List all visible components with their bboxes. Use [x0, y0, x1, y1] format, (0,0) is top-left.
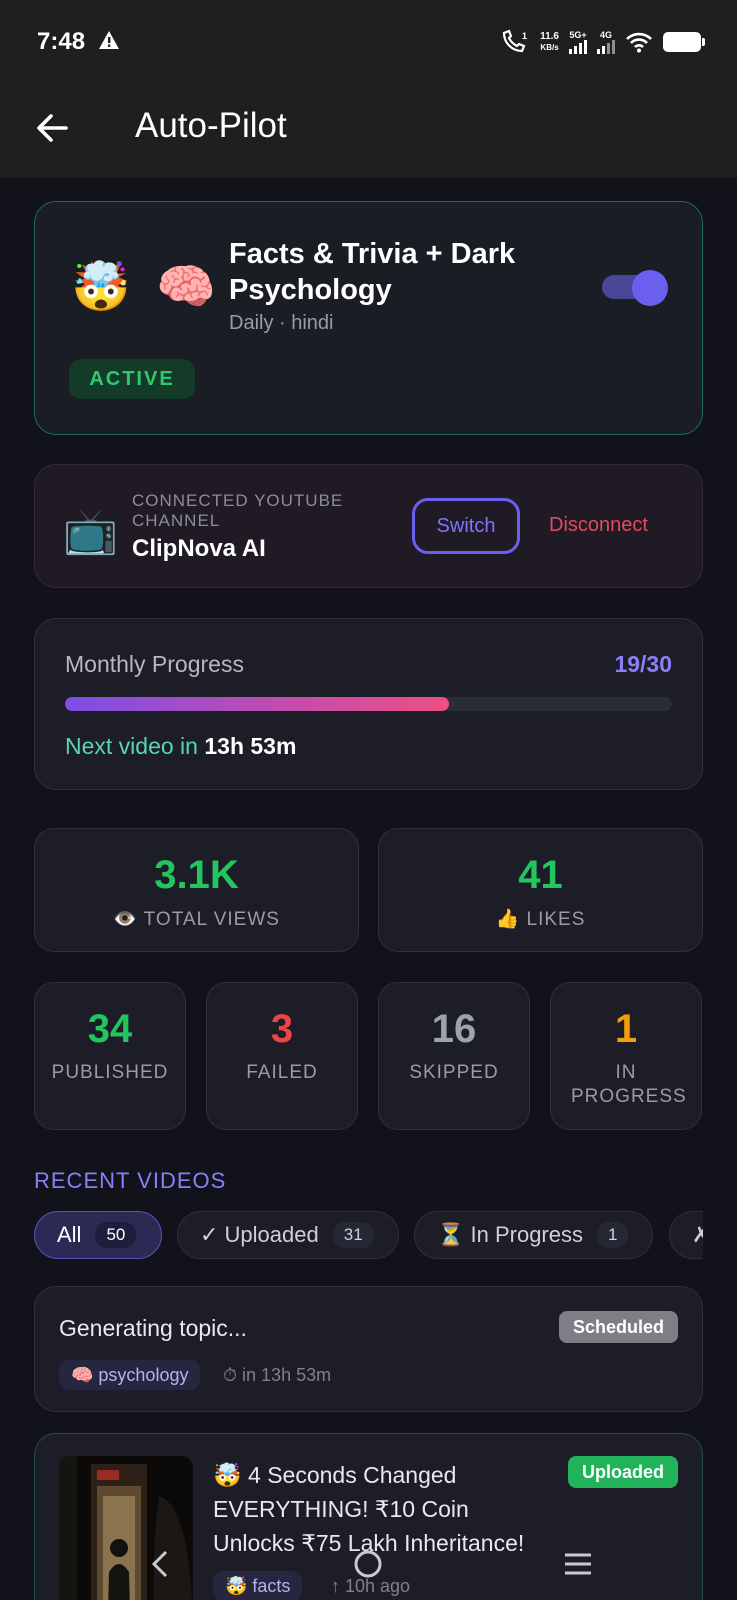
- video-item-scheduled[interactable]: Generating topic... Scheduled 🧠 psycholo…: [34, 1286, 703, 1412]
- back-arrow-icon[interactable]: [34, 110, 70, 146]
- stat-label: IN PROGRESS: [571, 1062, 687, 1107]
- stat-label: 👍 LIKES: [495, 909, 586, 930]
- autopilot-card[interactable]: 🤯 🧠 Facts & Trivia + Dark Psychology Dai…: [34, 201, 703, 435]
- status-badge-uploaded: Uploaded: [567, 1456, 678, 1488]
- warning-icon: [99, 31, 119, 49]
- connected-channel-card: 📺 CONNECTED YOUTUBE CHANNEL ClipNova AI …: [34, 464, 703, 588]
- stat-skipped: 16 SKIPPED: [378, 982, 530, 1130]
- stat-value: 41: [518, 853, 563, 897]
- stat-value: 3.1K: [154, 853, 239, 897]
- wifi-icon: [626, 32, 652, 53]
- stat-label: 👁️ TOTAL VIEWS: [113, 909, 280, 930]
- autopilot-title: Facts & Trivia + Dark Psychology: [229, 238, 516, 306]
- topic-emoji-icons: 🤯 🧠: [71, 261, 222, 314]
- stat-likes: 41 👍 LIKES: [378, 828, 703, 952]
- filter-chip-failed[interactable]: ✗: [669, 1211, 703, 1259]
- toggle-knob: [632, 270, 668, 306]
- page-title: Auto-Pilot: [135, 106, 287, 145]
- progress-bar: [65, 697, 672, 711]
- signal-4g-icon: 4G: [597, 30, 615, 54]
- system-nav-bar: [0, 1528, 737, 1600]
- stat-value: 3: [270, 1007, 294, 1051]
- filter-chip-all[interactable]: All 50: [34, 1211, 162, 1259]
- status-time: 7:48: [37, 28, 86, 55]
- channel-name: ClipNova AI: [132, 535, 266, 562]
- filter-chip-uploaded[interactable]: ✓ Uploaded 31: [177, 1211, 399, 1259]
- status-badge-scheduled: Scheduled: [558, 1311, 678, 1343]
- switch-channel-button[interactable]: Switch: [412, 498, 520, 554]
- stat-failed: 3 FAILED: [206, 982, 358, 1130]
- progress-label: Monthly Progress: [65, 651, 244, 677]
- stat-value: 1: [614, 1007, 638, 1051]
- filter-chip-in-progress[interactable]: ⏳ In Progress 1: [414, 1211, 653, 1259]
- app-bar: Auto-Pilot: [0, 86, 737, 178]
- topic-tag: 🧠 psychology: [59, 1360, 201, 1390]
- tv-icon: 📺: [63, 507, 118, 556]
- next-video-countdown: Next video in 13h 53m: [65, 733, 297, 759]
- stat-label: SKIPPED: [409, 1062, 499, 1083]
- stat-label: FAILED: [246, 1062, 318, 1083]
- autopilot-schedule: Daily · hindi: [229, 312, 334, 334]
- filter-chips: All 50 ✓ Uploaded 31 ⏳ In Progress 1 ✗: [34, 1211, 703, 1261]
- stat-label: PUBLISHED: [51, 1062, 169, 1083]
- autopilot-toggle[interactable]: [602, 270, 668, 306]
- nav-home-icon[interactable]: [350, 1546, 386, 1582]
- stat-total-views: 3.1K 👁️ TOTAL VIEWS: [34, 828, 359, 952]
- stat-value: 16: [431, 1007, 477, 1051]
- video-title: Generating topic...: [59, 1315, 247, 1341]
- call-icon: 1: [502, 29, 527, 53]
- status-icons: 1 11.6 KB/s 5G+ 4G: [500, 26, 705, 58]
- status-badge: ACTIVE: [69, 359, 195, 399]
- network-speed: 11.6 KB/s: [540, 31, 559, 52]
- schedule-time: ⏱ in 13h 53m: [223, 1365, 332, 1385]
- status-bar: 7:48 1 11.6 KB/s 5G+ 4G: [0, 0, 737, 86]
- section-title-recent-videos: RECENT VIDEOS: [34, 1168, 227, 1193]
- battery-icon: [663, 32, 705, 52]
- call-sim-label: 1: [522, 31, 527, 41]
- stat-published: 34 PUBLISHED: [34, 982, 186, 1130]
- nav-recents-icon[interactable]: [560, 1546, 596, 1582]
- signal-5g-icon: 5G+: [569, 30, 587, 54]
- progress-count: 19/30: [614, 651, 672, 677]
- channel-label: CONNECTED YOUTUBE CHANNEL: [132, 491, 344, 530]
- thumbs-up-icon: 👍: [495, 909, 521, 930]
- stat-in-progress: 1 IN PROGRESS: [550, 982, 702, 1130]
- nav-back-icon[interactable]: [142, 1546, 178, 1582]
- monthly-progress-card: Monthly Progress 19/30 Next video in 13h…: [34, 618, 703, 790]
- eye-icon: 👁️: [113, 909, 138, 930]
- progress-bar-fill: [65, 697, 450, 711]
- disconnect-button[interactable]: Disconnect: [549, 514, 648, 537]
- stat-value: 34: [87, 1007, 133, 1051]
